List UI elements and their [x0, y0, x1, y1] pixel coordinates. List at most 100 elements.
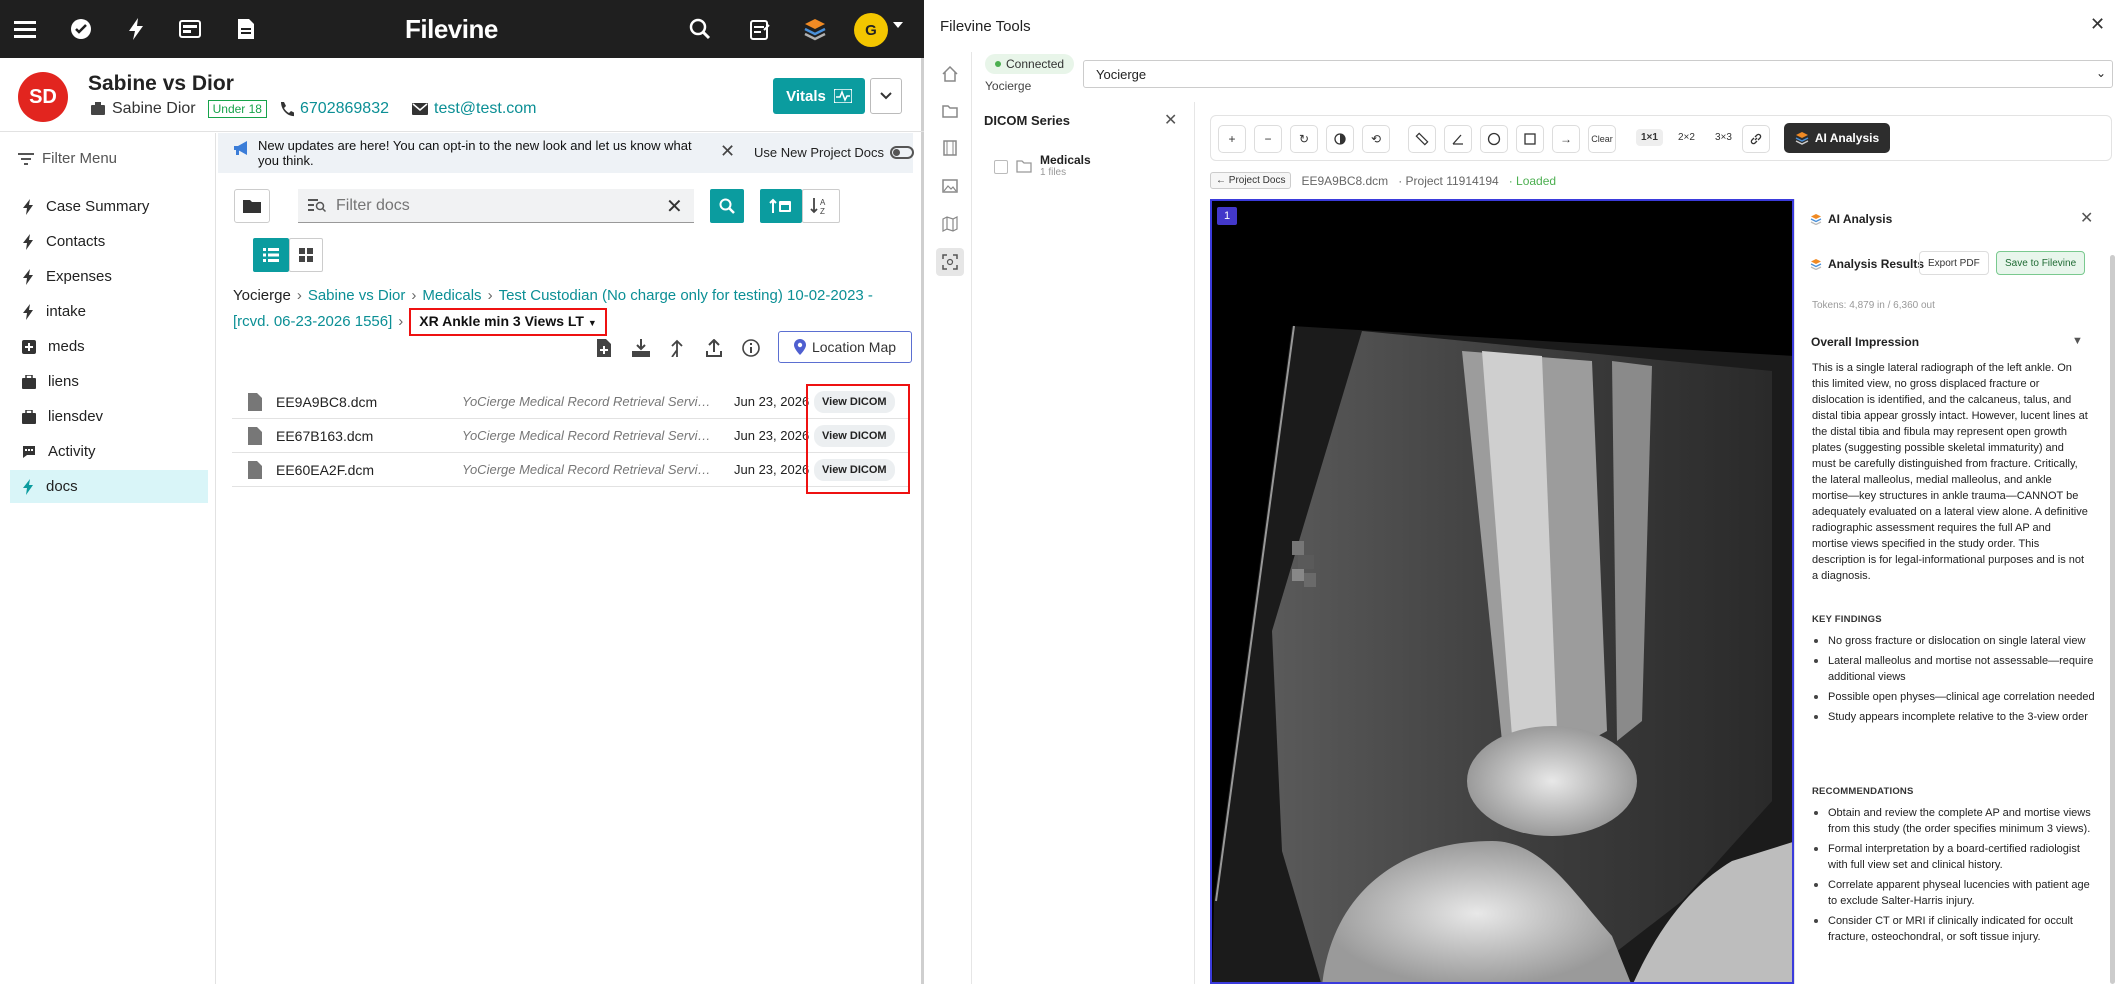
vitals-button[interactable]: Vitals: [773, 78, 865, 114]
toggle-label: Use New Project Docs: [754, 145, 885, 160]
close-icon[interactable]: ✕: [720, 141, 735, 162]
zoom-out-icon[interactable]: −: [1254, 125, 1282, 153]
sidebar-item-expenses[interactable]: Expenses: [10, 260, 208, 293]
location-map-button[interactable]: Location Map: [778, 331, 912, 363]
filter-docs-input[interactable]: [336, 196, 656, 215]
filevine-logo[interactable]: Filevine: [405, 14, 498, 45]
calendar-card-icon[interactable]: [175, 14, 205, 44]
breadcrumb-medicals[interactable]: Medicals: [422, 287, 481, 304]
bolt-icon[interactable]: [121, 14, 151, 44]
save-to-filevine-button[interactable]: Save to Filevine: [1996, 251, 2086, 275]
ai-panel-title: AI Analysis: [1828, 212, 1893, 226]
ai-analysis-button[interactable]: AI Analysis: [1784, 123, 1890, 153]
token-usage: Tokens: 4,879 in / 6,360 out: [1812, 300, 1935, 311]
clear-filter-icon[interactable]: ✕: [666, 194, 683, 219]
layout-3x3-button[interactable]: 3×3: [1710, 129, 1737, 146]
file-name[interactable]: EE67B163.dcm: [276, 428, 373, 444]
sidebar-item-case-summary[interactable]: Case Summary: [10, 190, 208, 223]
breadcrumb-root[interactable]: Yocierge: [233, 287, 291, 304]
sort-alpha-button[interactable]: AZ: [802, 189, 840, 223]
dicom-viewport[interactable]: [1210, 199, 1794, 984]
folder-button[interactable]: [234, 189, 270, 223]
new-docs-toggle[interactable]: Use New Project Docs: [754, 145, 915, 160]
menu-icon[interactable]: [10, 14, 40, 44]
list-item: Correlate apparent physeal lucencies wit…: [1812, 877, 2097, 909]
close-icon[interactable]: ✕: [1164, 110, 1177, 130]
map-icon[interactable]: [936, 210, 964, 238]
collapse-caret-icon[interactable]: ▼: [2072, 335, 2083, 347]
scrollbar[interactable]: [2110, 255, 2115, 984]
export-pdf-button[interactable]: Export PDF: [1919, 251, 1989, 275]
client-name[interactable]: Sabine Dior: [112, 100, 196, 118]
grid-view-button[interactable]: [289, 238, 323, 272]
angle-icon[interactable]: [1444, 125, 1472, 153]
document-icon[interactable]: [231, 14, 261, 44]
current-file: EE9A9BC8.dcm: [1301, 173, 1389, 188]
layout-1x1-button[interactable]: 1×1: [1636, 129, 1663, 146]
phone-link[interactable]: 6702869832: [300, 100, 389, 118]
user-avatar[interactable]: G: [854, 13, 888, 47]
user-menu-caret-icon[interactable]: [893, 22, 903, 28]
bolt-icon: [23, 478, 33, 495]
contrast-icon[interactable]: [1326, 125, 1354, 153]
download-tray-icon[interactable]: [629, 336, 653, 360]
file-icon: [248, 427, 262, 445]
vitals-dropdown-button[interactable]: [870, 78, 902, 114]
sidebar-item-activity[interactable]: Activity: [10, 435, 208, 468]
file-name[interactable]: EE60EA2F.dcm: [276, 462, 374, 478]
filter-menu[interactable]: Filter Menu: [18, 150, 117, 167]
close-icon[interactable]: ✕: [2090, 14, 2105, 35]
folder-icon[interactable]: [936, 97, 964, 125]
check-circle-icon[interactable]: [66, 14, 96, 44]
info-icon[interactable]: [739, 336, 763, 360]
filter-docs-field[interactable]: [298, 189, 694, 223]
reset-icon[interactable]: ⟲: [1362, 125, 1390, 153]
sidebar-item-contacts[interactable]: Contacts: [10, 225, 208, 258]
rotate-icon[interactable]: ↻: [1290, 125, 1318, 153]
circle-icon[interactable]: [1480, 125, 1508, 153]
chevron-down-icon: [880, 92, 892, 100]
breadcrumb-case[interactable]: Sabine vs Dior: [308, 287, 406, 304]
project-select[interactable]: Yocierge ⌄: [1083, 60, 2113, 88]
list-view-button[interactable]: [253, 238, 289, 272]
breadcrumb-current-folder[interactable]: XR Ankle min 3 Views LT ▼: [409, 308, 607, 336]
add-document-icon[interactable]: [592, 336, 616, 360]
ruler-icon[interactable]: [1408, 125, 1436, 153]
sidebar-item-meds[interactable]: meds: [10, 330, 208, 363]
close-icon[interactable]: ✕: [2080, 208, 2093, 228]
home-icon[interactable]: [936, 60, 964, 88]
clear-button[interactable]: Clear: [1588, 125, 1616, 153]
series-item[interactable]: Medicals 1 files: [994, 153, 1091, 178]
overall-impression-text: This is a single lateral radiograph of t…: [1812, 362, 2088, 582]
sidebar-item-liensdev[interactable]: liensdev: [10, 400, 208, 433]
search-button[interactable]: [710, 189, 744, 223]
search-icon[interactable]: [685, 14, 715, 44]
overall-impression-title[interactable]: Overall Impression: [1811, 335, 1919, 349]
series-checkbox[interactable]: [994, 160, 1008, 174]
rectangle-icon[interactable]: [1516, 125, 1544, 153]
upload-icon[interactable]: [702, 336, 726, 360]
layers-app-icon[interactable]: [800, 14, 830, 44]
email-link[interactable]: test@test.com: [434, 100, 537, 118]
merge-up-icon[interactable]: [665, 336, 689, 360]
image-icon[interactable]: [936, 172, 964, 200]
sidebar-item-docs[interactable]: docs: [10, 470, 208, 503]
scan-icon[interactable]: [936, 248, 964, 276]
link-icon[interactable]: [1742, 125, 1770, 153]
file-icon: [248, 393, 262, 411]
toggle-switch[interactable]: [890, 146, 915, 159]
arrow-icon[interactable]: →: [1552, 125, 1580, 153]
back-to-project-docs-button[interactable]: ← Project Docs: [1210, 172, 1292, 189]
file-name[interactable]: EE9A9BC8.dcm: [276, 394, 377, 410]
file-source: YoCierge Medical Record Retrieval Servic…: [462, 462, 712, 477]
sidebar-item-intake[interactable]: intake: [10, 295, 208, 328]
layout-2x2-button[interactable]: 2×2: [1673, 129, 1700, 146]
list-item: Lateral malleolus and mortise not assess…: [1812, 653, 2097, 685]
film-icon[interactable]: [936, 134, 964, 162]
sidebar-item-liens[interactable]: liens: [10, 365, 208, 398]
notes-icon[interactable]: [745, 14, 775, 44]
zoom-in-icon[interactable]: +: [1218, 125, 1246, 153]
layers-app-icon: [1810, 214, 1822, 225]
sidebar-item-label: Activity: [48, 443, 96, 460]
sort-by-date-button[interactable]: [760, 189, 802, 223]
